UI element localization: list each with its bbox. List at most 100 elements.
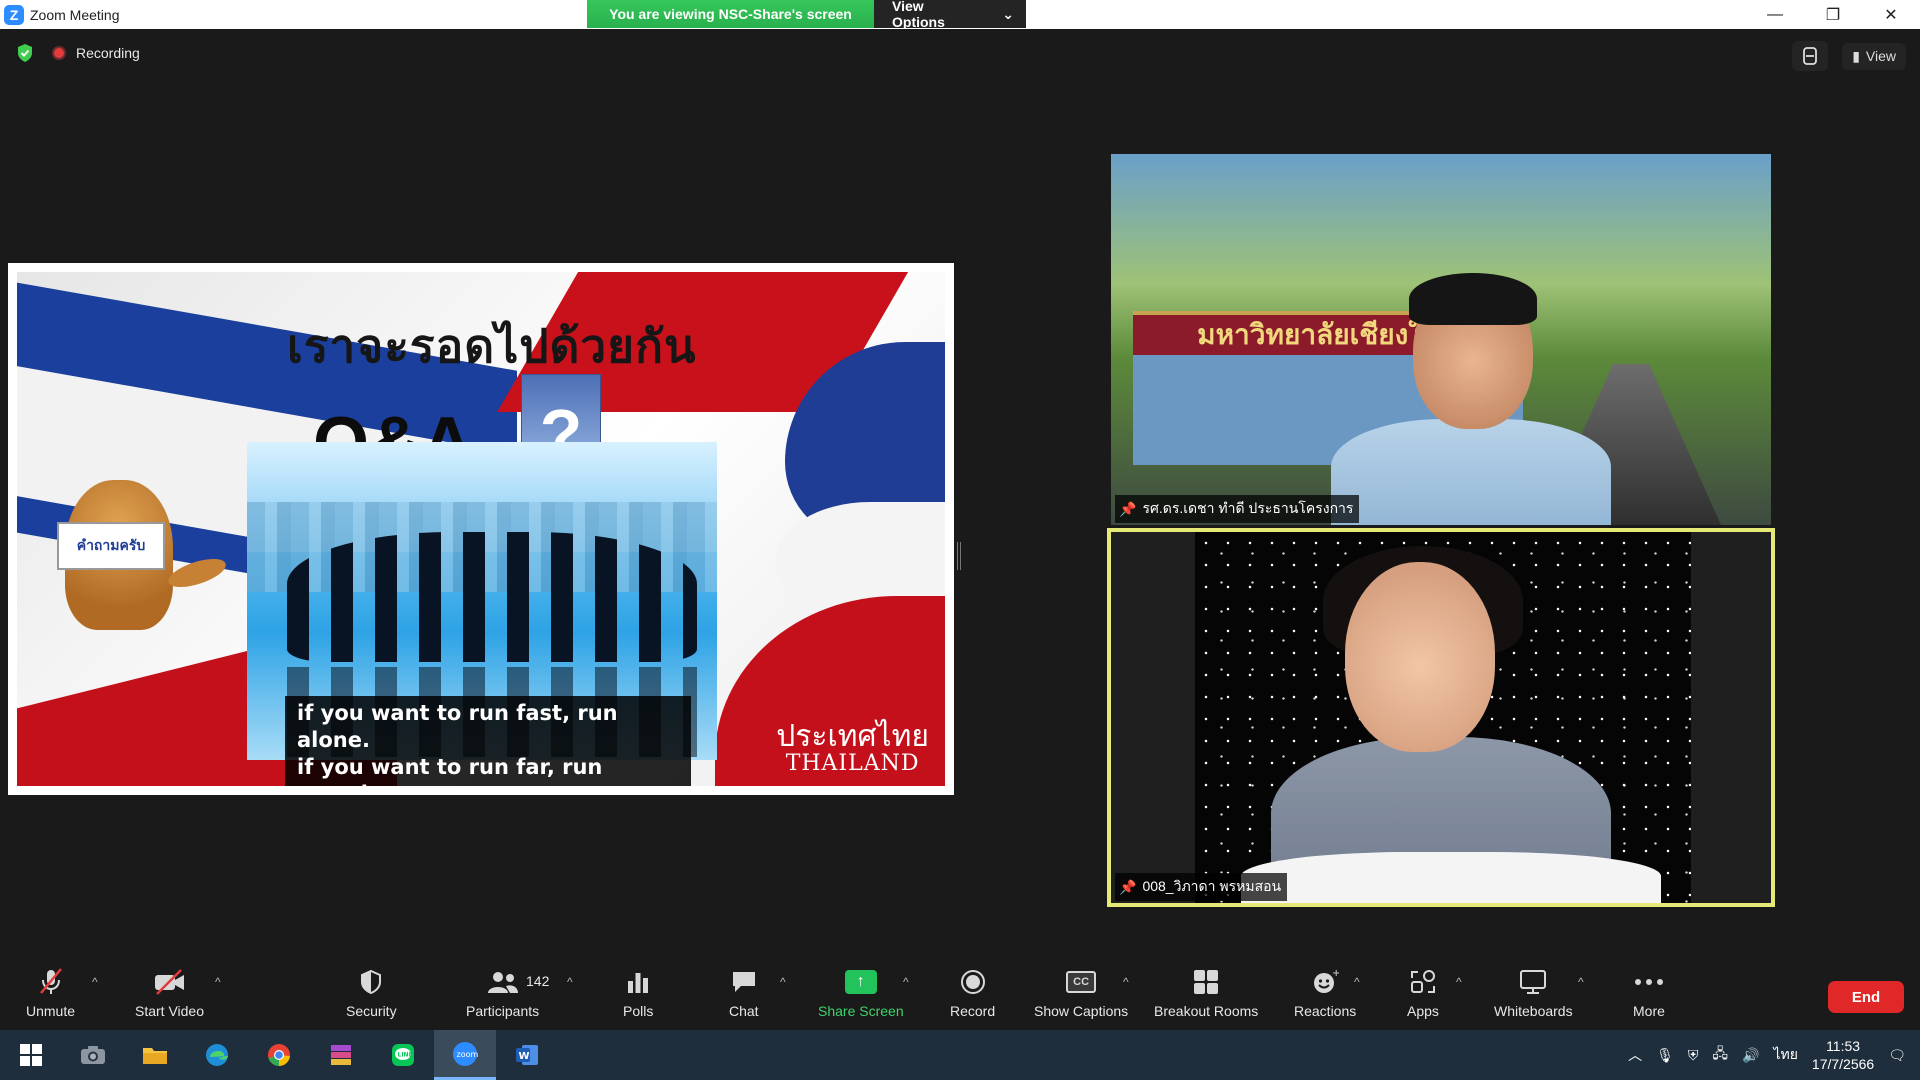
microphone-tray-icon[interactable]: 🎙 bbox=[1656, 1047, 1674, 1064]
share-screen-button[interactable]: ↑ Share Screen bbox=[818, 965, 904, 1019]
reactions-button[interactable]: + Reactions bbox=[1294, 965, 1356, 1019]
view-button-label: View bbox=[1865, 48, 1896, 64]
participants-icon bbox=[486, 965, 520, 999]
video-options-caret[interactable]: ^ bbox=[215, 975, 221, 989]
chevron-down-icon: ⌄ bbox=[1002, 5, 1014, 22]
slide-quote: if you want to run fast, run alone. if y… bbox=[285, 696, 691, 786]
meeting-area: Recording ▮ View เราจะรอดไปด้วยกัน Q&A ? bbox=[0, 29, 1920, 957]
immersive-icon[interactable] bbox=[1792, 41, 1829, 71]
apps-options-caret[interactable]: ^ bbox=[1456, 975, 1462, 989]
record-button[interactable]: Record bbox=[950, 965, 995, 1019]
clock[interactable]: 11:53 17/7/2566 bbox=[1812, 1037, 1874, 1073]
edge-browser-icon[interactable] bbox=[186, 1030, 248, 1080]
participant-name-tag: 📌 008_วิภาดา พรหมสอน bbox=[1115, 873, 1288, 901]
captions-options-caret[interactable]: ^ bbox=[1123, 975, 1129, 989]
video-tile-active-speaker[interactable]: 📌 008_วิภาดา พรหมสอน bbox=[1107, 528, 1775, 907]
reactions-label: Reactions bbox=[1294, 1003, 1357, 1019]
file-explorer-icon[interactable] bbox=[124, 1030, 186, 1080]
start-video-button[interactable]: Start Video bbox=[135, 965, 204, 1019]
whiteboards-options-caret[interactable]: ^ bbox=[1578, 975, 1584, 989]
share-screen-label: Share Screen bbox=[818, 1003, 904, 1019]
view-options-button[interactable]: View Options ⌄ bbox=[874, 0, 1026, 30]
security-tray-icon[interactable]: ⛨ bbox=[1688, 1047, 1699, 1064]
end-meeting-button[interactable]: End bbox=[1828, 981, 1904, 1013]
unmute-label: Unmute bbox=[26, 1003, 76, 1019]
shared-screen[interactable]: เราจะรอดไปด้วยกัน Q&A ? if you want to r… bbox=[8, 263, 954, 795]
thailand-logo: ประเทศไทย THAILAND bbox=[776, 722, 929, 776]
dog-sign: คำถามครับ bbox=[57, 522, 165, 570]
svg-text:+: + bbox=[1332, 968, 1339, 979]
show-captions-label: Show Captions bbox=[1034, 1003, 1129, 1019]
participants-options-caret[interactable]: ^ bbox=[567, 975, 573, 989]
show-captions-button[interactable]: CC Show Captions bbox=[1034, 965, 1128, 1019]
more-button[interactable]: More bbox=[1633, 965, 1665, 1019]
network-icon[interactable]: 🖧 bbox=[1712, 1043, 1728, 1067]
more-label: More bbox=[1633, 1003, 1665, 1019]
record-icon bbox=[959, 965, 987, 999]
minimize-button[interactable]: — bbox=[1746, 0, 1804, 29]
line-app-icon[interactable]: LINE bbox=[372, 1030, 434, 1080]
apps-button[interactable]: Apps bbox=[1407, 965, 1439, 1019]
windows-taskbar: LINE zoom W ︿ 🎙 ⛨ 🖧 🔊 ไทย 11:53 17/7/256… bbox=[0, 1030, 1920, 1080]
security-button[interactable]: Security bbox=[346, 965, 397, 1019]
unmute-button[interactable]: Unmute bbox=[26, 965, 75, 1019]
recording-label: Recording bbox=[76, 45, 140, 61]
view-button[interactable]: ▮ View bbox=[1842, 42, 1906, 70]
system-tray: ︿ 🎙 ⛨ 🖧 🔊 ไทย 11:53 17/7/2566 🗨 bbox=[1628, 1030, 1920, 1080]
split-view-handle[interactable] bbox=[957, 542, 961, 570]
video-tile-host[interactable]: มหาวิทยาลัยเชียงใหม่ 📌 รศ.ดร.เดชา ทำดี ป… bbox=[1111, 154, 1771, 525]
polls-label: Polls bbox=[623, 1003, 654, 1019]
winrar-icon[interactable] bbox=[310, 1030, 372, 1080]
breakout-rooms-label: Breakout Rooms bbox=[1154, 1003, 1259, 1019]
breakout-rooms-button[interactable]: Breakout Rooms bbox=[1154, 965, 1258, 1019]
start-button[interactable] bbox=[0, 1030, 62, 1080]
microphone-muted-icon bbox=[37, 965, 65, 999]
restore-button[interactable]: ❐ bbox=[1804, 0, 1862, 29]
logo-thai-text: ประเทศไทย bbox=[776, 719, 929, 754]
shield-icon bbox=[359, 965, 383, 999]
whiteboards-button[interactable]: Whiteboards bbox=[1494, 965, 1573, 1019]
whiteboard-icon bbox=[1518, 965, 1548, 999]
title-bar: Z Zoom Meeting You are viewing NSC-Share… bbox=[0, 0, 1920, 30]
reactions-options-caret[interactable]: ^ bbox=[1354, 975, 1360, 989]
volume-icon[interactable]: 🔊 bbox=[1742, 1047, 1759, 1064]
clock-date: 17/7/2566 bbox=[1811, 1056, 1875, 1072]
pin-icon: 📌 bbox=[1119, 500, 1137, 517]
security-shield-icon[interactable] bbox=[16, 43, 34, 63]
show-hidden-icons-chevron-icon[interactable]: ︿ bbox=[1628, 1045, 1642, 1065]
chat-options-caret[interactable]: ^ bbox=[780, 975, 786, 989]
word-app-icon[interactable]: W bbox=[496, 1030, 558, 1080]
logo-english-text: THAILAND bbox=[785, 751, 920, 776]
participants-count: 142 bbox=[526, 973, 550, 989]
security-label: Security bbox=[346, 1003, 397, 1019]
audio-options-caret[interactable]: ^ bbox=[92, 975, 98, 989]
recording-dot-icon bbox=[52, 46, 66, 60]
window-title: Zoom Meeting bbox=[30, 6, 120, 23]
closed-captions-icon: CC bbox=[1066, 971, 1097, 993]
video-off-icon bbox=[153, 965, 187, 999]
apps-icon bbox=[1409, 965, 1437, 999]
zoom-app-icon[interactable]: zoom bbox=[434, 1030, 496, 1080]
share-banner-text: You are viewing NSC-Share's screen bbox=[587, 0, 874, 28]
chat-button[interactable]: Chat bbox=[729, 965, 759, 1019]
share-banner: You are viewing NSC-Share's screen View … bbox=[587, 0, 1026, 30]
chat-bubble-icon bbox=[730, 965, 758, 999]
clock-time: 11:53 bbox=[1826, 1038, 1861, 1054]
quote-line-1: if you want to run fast, run alone. bbox=[297, 701, 618, 752]
polls-icon bbox=[625, 965, 651, 999]
chrome-browser-icon[interactable] bbox=[248, 1030, 310, 1080]
svg-text:LINE: LINE bbox=[398, 1052, 413, 1059]
polls-button[interactable]: Polls bbox=[623, 965, 653, 1019]
participant-video bbox=[1321, 273, 1611, 525]
camera-app-icon[interactable] bbox=[62, 1030, 124, 1080]
pin-icon: 📌 bbox=[1119, 878, 1137, 895]
participant-name: 008_วิภาดา พรหมสอน bbox=[1142, 878, 1282, 894]
zoom-logo-icon: Z bbox=[4, 4, 24, 25]
close-button[interactable]: ✕ bbox=[1862, 0, 1920, 29]
input-language[interactable]: ไทย bbox=[1773, 1044, 1797, 1066]
more-dots-icon bbox=[1634, 965, 1664, 999]
share-options-caret[interactable]: ^ bbox=[903, 975, 909, 989]
share-screen-arrow-icon: ↑ bbox=[844, 970, 877, 994]
recording-indicator[interactable]: Recording bbox=[52, 45, 140, 61]
notifications-icon[interactable]: 🗨 bbox=[1888, 1047, 1906, 1064]
